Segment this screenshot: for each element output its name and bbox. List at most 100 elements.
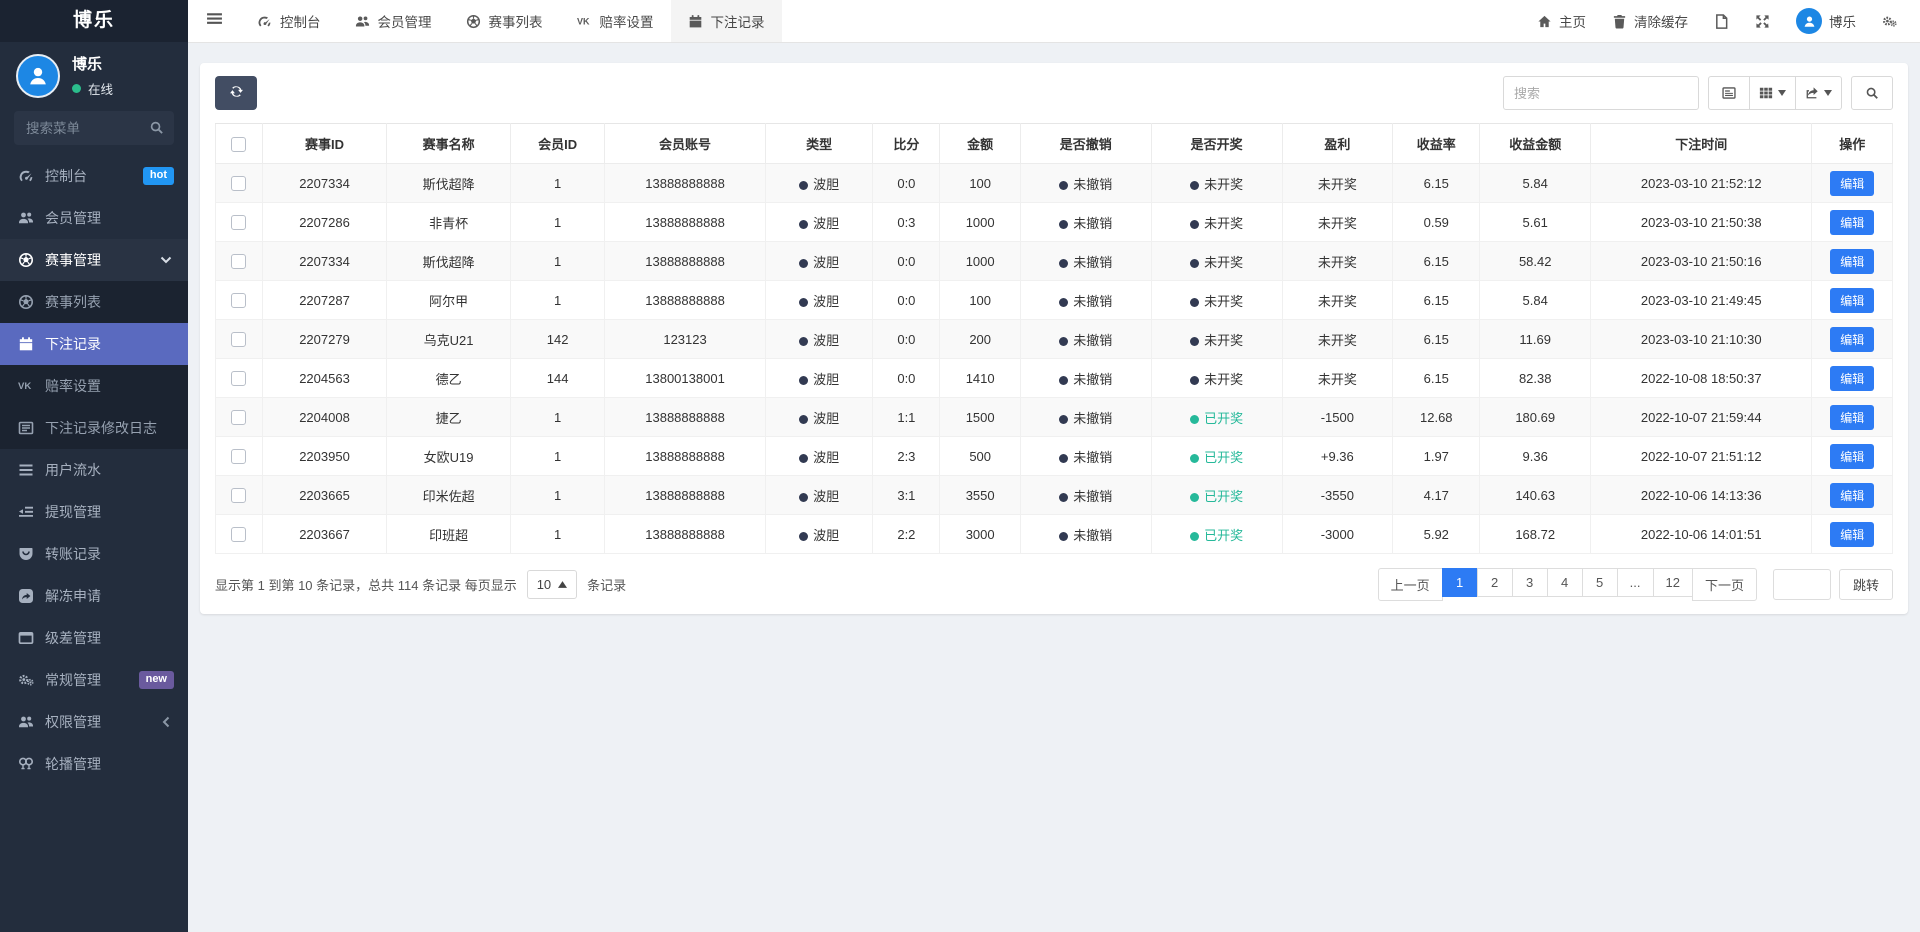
- row-checkbox[interactable]: [231, 332, 247, 348]
- table-cell: 13888888888: [604, 436, 767, 476]
- detail-view-button[interactable]: [1708, 76, 1750, 110]
- avatar: [1796, 8, 1822, 34]
- search-button[interactable]: [1851, 76, 1893, 110]
- export-button[interactable]: [1795, 76, 1842, 110]
- sidebar-item-permissions[interactable]: 权限管理: [0, 701, 188, 743]
- sidebar-item-matches[interactable]: 赛事管理: [0, 239, 188, 281]
- table-cell: 1500: [939, 397, 1021, 437]
- table-search-input[interactable]: [1503, 76, 1699, 110]
- table-cell: 未撤销: [1019, 397, 1152, 437]
- tab-members[interactable]: 会员管理: [338, 0, 449, 42]
- status-dot-icon: [799, 180, 809, 190]
- tab-odds-settings[interactable]: VK 赔率设置: [560, 0, 671, 42]
- edit-button[interactable]: 编辑: [1830, 443, 1875, 469]
- table-cell: 斯伐超降: [386, 241, 512, 281]
- topnav-log[interactable]: [1701, 0, 1742, 42]
- table-cell: 0:0: [872, 163, 941, 203]
- page-button-5[interactable]: 5: [1581, 568, 1618, 597]
- sidebar: 博乐 博乐 在线 控制台 hot 会员管理赛事管理赛事列表下注记录 VK 赔率设置下注记…: [0, 0, 188, 932]
- sidebar-item-label: 转账记录: [45, 546, 101, 562]
- vk-icon: VK: [577, 14, 592, 29]
- topnav-clear-cache[interactable]: 清除缓存: [1599, 0, 1701, 42]
- jump-button[interactable]: 跳转: [1838, 569, 1893, 600]
- topnav-fullscreen[interactable]: [1742, 0, 1783, 42]
- tab-console[interactable]: 控制台: [240, 0, 338, 42]
- edit-button[interactable]: 编辑: [1830, 521, 1875, 547]
- pagination-item: 1: [1441, 568, 1478, 601]
- sidebar-item-bet-records[interactable]: 下注记录: [0, 323, 188, 365]
- sidebar-item-user-flow[interactable]: 用户流水: [0, 449, 188, 491]
- topnav-home[interactable]: 主页: [1524, 0, 1599, 42]
- table-cell: 未开奖: [1150, 202, 1283, 242]
- row-checkbox[interactable]: [231, 449, 247, 465]
- columns-button[interactable]: [1749, 76, 1796, 110]
- table-cell: 100: [939, 280, 1021, 320]
- table-cell: 2022-10-07 21:59:44: [1590, 397, 1813, 437]
- topnav-profile[interactable]: 博乐: [1783, 0, 1869, 42]
- edit-button[interactable]: 编辑: [1830, 365, 1875, 391]
- sidebar-item-members[interactable]: 会员管理: [0, 197, 188, 239]
- table-cell: 2203665: [261, 475, 388, 515]
- sidebar-toggle-button[interactable]: [188, 0, 240, 42]
- next-page-button[interactable]: 下一页: [1691, 568, 1757, 601]
- table-cell: [215, 280, 263, 320]
- table-cell: 11.69: [1479, 319, 1592, 359]
- edit-button[interactable]: 编辑: [1830, 287, 1875, 313]
- table-cell: 编辑: [1811, 280, 1893, 320]
- edit-button[interactable]: 编辑: [1830, 248, 1875, 274]
- edit-button[interactable]: 编辑: [1830, 170, 1875, 196]
- status-text: 未开奖: [1204, 176, 1244, 192]
- sidebar-item-carousel[interactable]: 轮播管理: [0, 743, 188, 785]
- refresh-button[interactable]: [215, 76, 257, 110]
- select-all-checkbox[interactable]: [231, 136, 247, 152]
- row-checkbox[interactable]: [231, 176, 247, 192]
- row-checkbox[interactable]: [231, 371, 247, 387]
- sidebar-item-unfreeze-requests[interactable]: 解冻申请: [0, 575, 188, 617]
- tab-bet-records[interactable]: 下注记录: [670, 0, 782, 42]
- row-checkbox[interactable]: [231, 254, 247, 270]
- sidebar-item-bet-record-logs[interactable]: 下注记录修改日志: [0, 407, 188, 449]
- soccer-icon: [466, 14, 481, 29]
- tab-match-list[interactable]: 赛事列表: [449, 0, 560, 42]
- table-cell: 未撤销: [1019, 280, 1152, 320]
- page-button-1[interactable]: 1: [1441, 568, 1478, 597]
- status-text: 波胆: [813, 176, 840, 192]
- edit-button[interactable]: 编辑: [1830, 482, 1875, 508]
- page-button-4[interactable]: 4: [1546, 568, 1583, 597]
- pagination: 上一页 1 2 3 4 5... 12 下一页: [1377, 568, 1757, 601]
- table-cell: 123123: [604, 319, 767, 359]
- jump-page-input[interactable]: [1772, 569, 1831, 600]
- sidebar-item-general[interactable]: 常规管理 new: [0, 659, 188, 701]
- sidebar-item-transfer-records[interactable]: 转账记录: [0, 533, 188, 575]
- table-cell: 印米佐超: [386, 475, 512, 515]
- table-cell: 波胆: [765, 280, 874, 320]
- sidebar-item-withdraw[interactable]: 提现管理: [0, 491, 188, 533]
- topnav-settings[interactable]: [1869, 0, 1910, 42]
- sidebar-item-match-list[interactable]: 赛事列表: [0, 281, 188, 323]
- edit-button[interactable]: 编辑: [1830, 404, 1875, 430]
- row-checkbox[interactable]: [231, 410, 247, 426]
- row-checkbox[interactable]: [231, 488, 247, 504]
- row-checkbox[interactable]: [231, 215, 247, 231]
- edit-button[interactable]: 编辑: [1830, 209, 1875, 235]
- edit-button[interactable]: 编辑: [1830, 326, 1875, 352]
- page-size-select[interactable]: 10: [526, 570, 578, 599]
- table-cell: 斯伐超降: [386, 163, 512, 203]
- table-cell: 编辑: [1811, 475, 1893, 515]
- table-cell: 0:0: [872, 319, 941, 359]
- row-checkbox[interactable]: [231, 293, 247, 309]
- online-dot-icon: [72, 84, 81, 93]
- prev-page-button[interactable]: 上一页: [1377, 568, 1443, 601]
- tab-label: 赛事列表: [488, 15, 543, 30]
- row-checkbox[interactable]: [231, 527, 247, 543]
- page-button-2[interactable]: 2: [1476, 568, 1513, 597]
- table-cell: 9.36: [1479, 436, 1592, 476]
- page-button-12[interactable]: 12: [1652, 568, 1693, 597]
- pagination-item: 2: [1476, 568, 1513, 601]
- page-button-3[interactable]: 3: [1511, 568, 1548, 597]
- sidebar-item-odds-settings[interactable]: VK 赔率设置: [0, 365, 188, 407]
- sidebar-item-console[interactable]: 控制台 hot: [0, 155, 188, 197]
- trash-icon: [1612, 14, 1627, 29]
- vk-icon: VK: [18, 378, 34, 394]
- sidebar-item-level-diff[interactable]: 级差管理: [0, 617, 188, 659]
